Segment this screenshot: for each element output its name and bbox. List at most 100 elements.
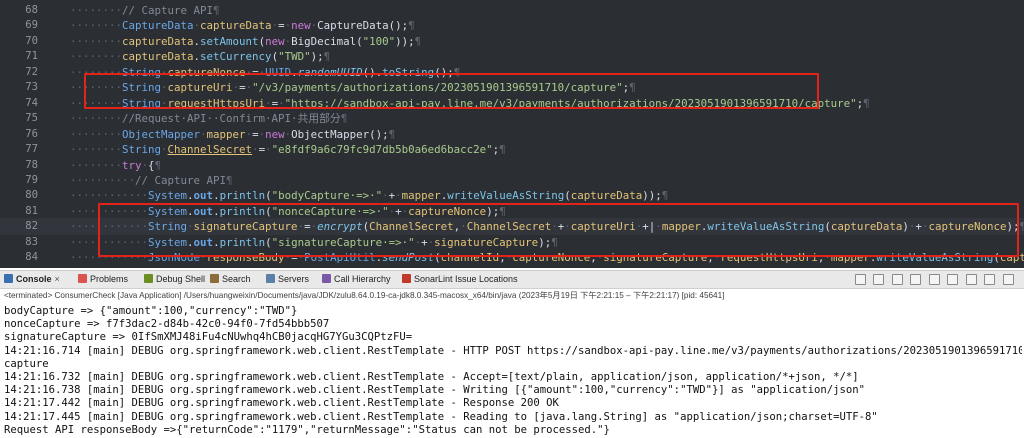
console-line: signatureCapture => 0IfSmXMJ48iFu4cNUwhq… xyxy=(4,331,413,344)
remove-all-terminated-icon[interactable] xyxy=(873,274,885,285)
code-token: String xyxy=(122,143,162,157)
tab-label: Search xyxy=(222,274,251,284)
code-token: try xyxy=(122,158,142,172)
tab-label: Servers xyxy=(278,274,310,284)
pin-console-icon[interactable] xyxy=(947,274,959,285)
code-token: ········ xyxy=(70,127,123,141)
code-line[interactable]: 70 ········captureData.setAmount(new·BigD… xyxy=(0,33,1024,50)
code-text: ········//Request·API··Confirm·API·共用部分¶ xyxy=(70,110,347,127)
code-token: ¶ xyxy=(340,112,348,126)
code-token: ········ xyxy=(70,34,123,48)
line-number: 70 xyxy=(25,34,38,47)
line-number: 75 xyxy=(25,112,38,125)
code-token: //Request·API··Confirm·API·共用部分 xyxy=(122,112,341,126)
code-token: ········ xyxy=(70,143,123,157)
code-token: println xyxy=(220,267,266,268)
code-line[interactable]: 77 ········String·ChannelSecret·=·"e8fdf9… xyxy=(0,141,1024,158)
code-token: out xyxy=(194,267,214,268)
code-line[interactable]: 79 ··········// Capture API¶ xyxy=(0,172,1024,189)
open-console-icon[interactable] xyxy=(965,274,977,285)
tab-debug-shell[interactable]: Debug Shell xyxy=(144,273,205,286)
debug-shell-icon xyxy=(144,274,153,283)
code-token: ¶ xyxy=(499,143,506,157)
line-number: 68 xyxy=(25,4,38,16)
code-token: ¶ xyxy=(661,189,669,203)
code-token: "Request·API·responseBody·=>" xyxy=(272,267,461,268)
line-number: 79 xyxy=(25,173,38,186)
code-line[interactable]: 71 ········captureData.setCurrency("TWD")… xyxy=(0,48,1024,65)
code-token: ¶ xyxy=(863,96,870,110)
code-line[interactable]: 78 ········try·{¶ xyxy=(0,157,1024,174)
code-token: writeValueAsString xyxy=(447,189,565,203)
tab-label: Problems xyxy=(90,274,129,284)
code-token: BigDecimal( xyxy=(291,34,363,48)
code-token: System xyxy=(148,189,188,203)
code-token: ·········· xyxy=(70,173,136,187)
scroll-lock-icon[interactable] xyxy=(910,274,922,285)
tab-sonarlint-issue-locations[interactable]: SonarLint Issue Locations xyxy=(402,273,518,286)
code-token: )); xyxy=(642,189,662,203)
tab-servers[interactable]: Servers xyxy=(266,273,309,286)
line-number: 84 xyxy=(25,251,38,264)
minimize-icon[interactable] xyxy=(984,274,996,285)
maximize-icon[interactable] xyxy=(1003,274,1014,285)
code-token: // Capture API xyxy=(135,173,227,187)
line-number: 78 xyxy=(25,158,38,171)
console-line: 14:21:16.714 [main] DEBUG org.springfram… xyxy=(4,344,1022,357)
code-token: // Capture API xyxy=(122,4,214,17)
code-token: System xyxy=(148,267,187,268)
code-line[interactable]: 76 ········ObjectMapper·mapper·=·new·Obje… xyxy=(0,126,1024,143)
console-status-line: <terminated> ConsumerCheck [Java Applica… xyxy=(4,291,725,300)
line-number: 85 xyxy=(0,265,38,268)
code-line[interactable]: 68 ········// Capture API¶ xyxy=(0,2,1024,19)
code-token: captureData xyxy=(122,50,194,64)
code-token: CaptureData xyxy=(122,19,194,33)
code-token: ¶ xyxy=(213,4,220,17)
code-text: ············System.out.println("Request·… xyxy=(70,265,577,268)
code-editor[interactable]: 68 ········// Capture API¶ 69 ········Captu… xyxy=(0,0,1024,268)
line-number: 82 xyxy=(25,220,38,233)
code-token: ObjectMapper(); xyxy=(291,127,389,141)
code-token: captureData xyxy=(200,19,272,33)
console-line: nonceCapture => f7f3dac2-d84b-42c0-94f0-… xyxy=(4,318,330,331)
tab-label: Console xyxy=(16,274,52,284)
code-text: ··········// Capture API¶ xyxy=(70,172,233,189)
code-token: ········ xyxy=(70,19,123,33)
code-line[interactable]: 69 ········CaptureData·captureData·=·new·… xyxy=(0,17,1024,34)
code-text: ············System.out.println("bodyCapt… xyxy=(70,187,668,204)
code-token: "e8fdf9a6c79fc9d7db5b0a6ed6bacc2e" xyxy=(271,143,493,157)
code-line[interactable]: 80 ············System.out.println("bodyCa… xyxy=(0,187,1024,204)
code-token: ¶ xyxy=(414,34,422,48)
tab-problems[interactable]: Problems xyxy=(78,273,128,286)
code-token: ¶ xyxy=(323,50,331,64)
code-token: ········ xyxy=(70,158,123,172)
code-text: ········captureData.setAmount(new·BigDec… xyxy=(70,33,421,50)
tab-label: Call Hierarchy xyxy=(334,274,391,284)
code-token: )); xyxy=(395,34,415,48)
code-line[interactable]: 75 ········//Request·API··Confirm·API·共用部… xyxy=(0,110,1024,127)
console-line: Request API responseBody =>{"returnCode"… xyxy=(4,423,610,436)
code-line[interactable]: 85 ············System.out.println("Reques… xyxy=(0,265,1024,268)
tab-search[interactable]: Search xyxy=(210,273,251,286)
highlight-box-uris xyxy=(84,73,819,109)
code-token: ChannelSecret xyxy=(167,143,253,157)
code-token: "TWD" xyxy=(278,50,311,64)
console-line: 14:21:16.738 [main] DEBUG org.springfram… xyxy=(4,384,866,397)
tab-call-hierarchy[interactable]: Call Hierarchy xyxy=(322,273,391,286)
code-token: mapper xyxy=(206,127,246,141)
close-icon[interactable]: × xyxy=(55,274,60,284)
tab-console[interactable]: Console × xyxy=(4,273,60,286)
code-token: ¶ xyxy=(571,267,578,268)
code-token: ········ xyxy=(70,50,123,64)
line-number: 83 xyxy=(25,235,38,248)
code-token: ¶ xyxy=(408,19,415,33)
word-wrap-icon[interactable] xyxy=(928,274,940,285)
code-token: "100" xyxy=(362,34,396,48)
line-number: 73 xyxy=(25,81,38,94)
code-token: new xyxy=(265,34,285,48)
console-line: bodyCapture => {"amount":100,"currency":… xyxy=(4,305,298,317)
remove-launch-icon[interactable] xyxy=(854,274,866,285)
console-line: capture xyxy=(4,357,49,370)
clear-console-icon[interactable] xyxy=(891,274,903,285)
console-tab-bar: Console × Problems Debug Shell Search Servers… xyxy=(0,270,1024,289)
